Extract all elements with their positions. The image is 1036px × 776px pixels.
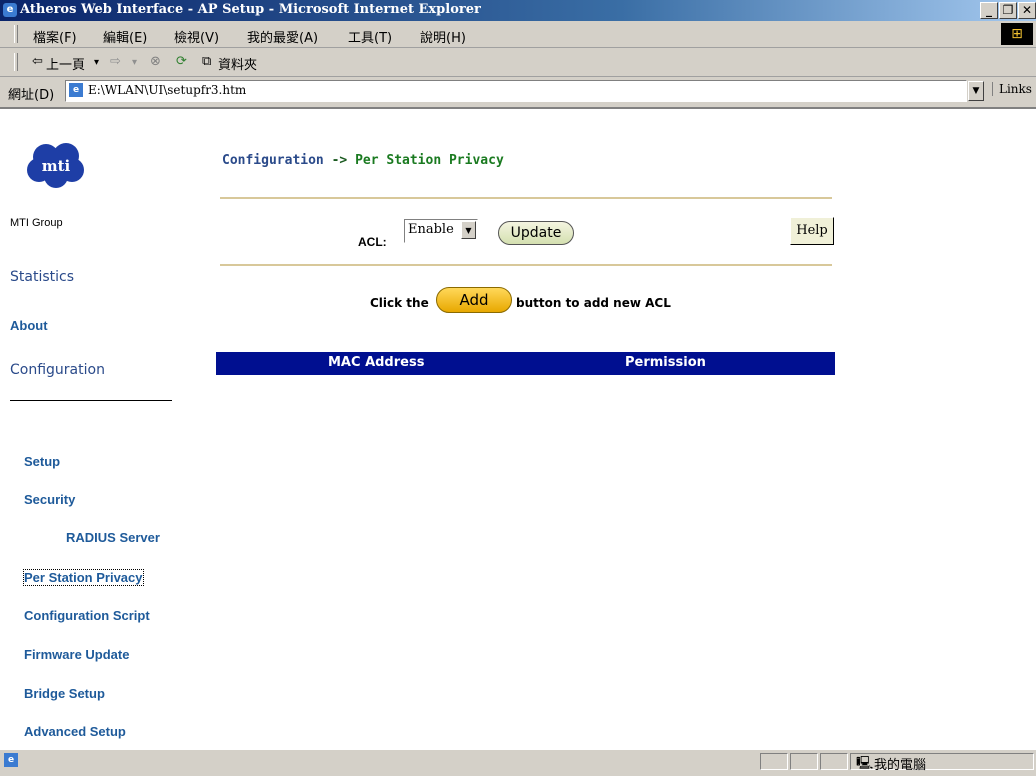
divider bbox=[220, 197, 832, 199]
sidebar-item-advanced-setup[interactable]: Advanced Setup bbox=[24, 724, 126, 739]
breadcrumb-arrow: -> bbox=[331, 153, 348, 168]
breadcrumb-section: Configuration bbox=[222, 153, 324, 168]
add-instruction-prefix: Click the bbox=[370, 296, 429, 310]
status-bar: e 🖳 我的電腦 bbox=[0, 750, 1036, 773]
sidebar-item-configuration-script[interactable]: Configuration Script bbox=[24, 608, 150, 623]
sidebar-item-about[interactable]: About bbox=[10, 318, 48, 333]
menu-favorites[interactable]: 我的最愛(A) bbox=[247, 27, 318, 46]
sidebar-item-setup[interactable]: Setup bbox=[24, 454, 60, 469]
address-label: 網址(D) bbox=[8, 88, 55, 103]
address-url: E:\WLAN\UI\setupfr3.htm bbox=[88, 83, 247, 97]
menu-view[interactable]: 檢視(V) bbox=[174, 27, 219, 46]
page-title: Per Station Privacy bbox=[355, 153, 504, 168]
menu-bar: 檔案(F) 編輯(E) 檢視(V) 我的最愛(A) 工具(T) 說明(H) ⊞ bbox=[0, 21, 1036, 48]
status-zone: 我的電腦 bbox=[874, 758, 927, 773]
sidebar-item-statistics[interactable]: Statistics bbox=[10, 269, 74, 285]
window-title: Atheros Web Interface - AP Setup - Micro… bbox=[20, 2, 481, 17]
page-content: mti MTI Group Statistics About Configura… bbox=[0, 107, 1036, 750]
back-dropdown-icon[interactable]: ▾ bbox=[94, 57, 99, 68]
acl-label: ACL: bbox=[358, 235, 387, 249]
add-instruction-suffix: button to add new ACL bbox=[516, 296, 671, 310]
acl-select-value: Enable bbox=[408, 222, 454, 237]
restore-button[interactable]: ❐ bbox=[999, 2, 1017, 19]
address-bar: 網址(D) e E:\WLAN\UI\setupfr3.htm ▼ Links bbox=[0, 77, 1036, 105]
sidebar: mti MTI Group Statistics About Configura… bbox=[10, 109, 206, 750]
sidebar-item-bridge-setup[interactable]: Bridge Setup bbox=[24, 686, 105, 701]
stop-icon[interactable]: ⊗ bbox=[150, 54, 161, 69]
ie-page-icon: e bbox=[4, 753, 18, 767]
folders-button[interactable]: 資料夾 bbox=[218, 54, 257, 73]
close-button[interactable]: ✕ bbox=[1018, 2, 1036, 19]
folder-icon: ⧉ bbox=[202, 54, 212, 69]
menu-help[interactable]: 說明(H) bbox=[420, 27, 466, 46]
sidebar-divider bbox=[10, 400, 172, 401]
column-header-mac-address: MAC Address bbox=[328, 355, 425, 370]
help-button[interactable]: Help bbox=[790, 217, 834, 245]
sidebar-item-radius-server[interactable]: RADIUS Server bbox=[66, 530, 160, 545]
forward-dropdown-icon[interactable]: ▾ bbox=[132, 57, 137, 68]
column-header-permission: Permission bbox=[625, 355, 706, 370]
status-panel bbox=[760, 753, 788, 770]
sidebar-item-firmware-update[interactable]: Firmware Update bbox=[24, 647, 129, 662]
svg-text:mti: mti bbox=[42, 157, 71, 175]
minimize-button[interactable]: _ bbox=[980, 2, 998, 19]
sidebar-item-security[interactable]: Security bbox=[24, 492, 75, 507]
mti-logo: mti bbox=[27, 143, 84, 188]
menu-tools[interactable]: 工具(T) bbox=[348, 27, 392, 46]
page-icon: e bbox=[69, 83, 83, 97]
menu-edit[interactable]: 編輯(E) bbox=[103, 27, 147, 46]
menu-file[interactable]: 檔案(F) bbox=[33, 27, 77, 46]
sidebar-item-per-station-privacy[interactable]: Per Station Privacy bbox=[23, 569, 144, 586]
add-button[interactable]: Add bbox=[436, 287, 512, 313]
logo-caption: MTI Group bbox=[10, 217, 63, 229]
toolbar-grip bbox=[14, 25, 18, 43]
refresh-icon[interactable]: ⟳ bbox=[176, 54, 187, 69]
update-button[interactable]: Update bbox=[498, 221, 574, 245]
windows-logo-icon: ⊞ bbox=[1001, 23, 1033, 45]
window-title-bar: e Atheros Web Interface - AP Setup - Mic… bbox=[0, 0, 1036, 21]
status-panel bbox=[790, 753, 818, 770]
ie-icon: e bbox=[3, 3, 17, 17]
navigation-toolbar: ⇦ 上一頁 ▾ ⇨ ▾ ⊗ ⟳ ⧉ 資料夾 bbox=[0, 48, 1036, 77]
back-button[interactable]: 上一頁 bbox=[46, 54, 85, 73]
toolbar-grip bbox=[14, 53, 18, 71]
address-dropdown-icon[interactable]: ▼ bbox=[968, 81, 984, 101]
acl-select[interactable]: Enable ▼ bbox=[404, 219, 478, 243]
status-panel bbox=[820, 753, 848, 770]
breadcrumb: Configuration -> Per Station Privacy bbox=[222, 153, 504, 168]
forward-button-icon[interactable]: ⇨ bbox=[110, 54, 121, 69]
address-input[interactable]: e E:\WLAN\UI\setupfr3.htm bbox=[65, 80, 967, 102]
chevron-down-icon[interactable]: ▼ bbox=[461, 221, 476, 239]
divider bbox=[220, 264, 832, 266]
back-arrow-icon: ⇦ bbox=[32, 54, 43, 69]
links-button[interactable]: Links bbox=[992, 82, 1032, 96]
acl-table-header: MAC Address Permission bbox=[216, 352, 835, 375]
sidebar-item-configuration[interactable]: Configuration bbox=[10, 362, 105, 378]
